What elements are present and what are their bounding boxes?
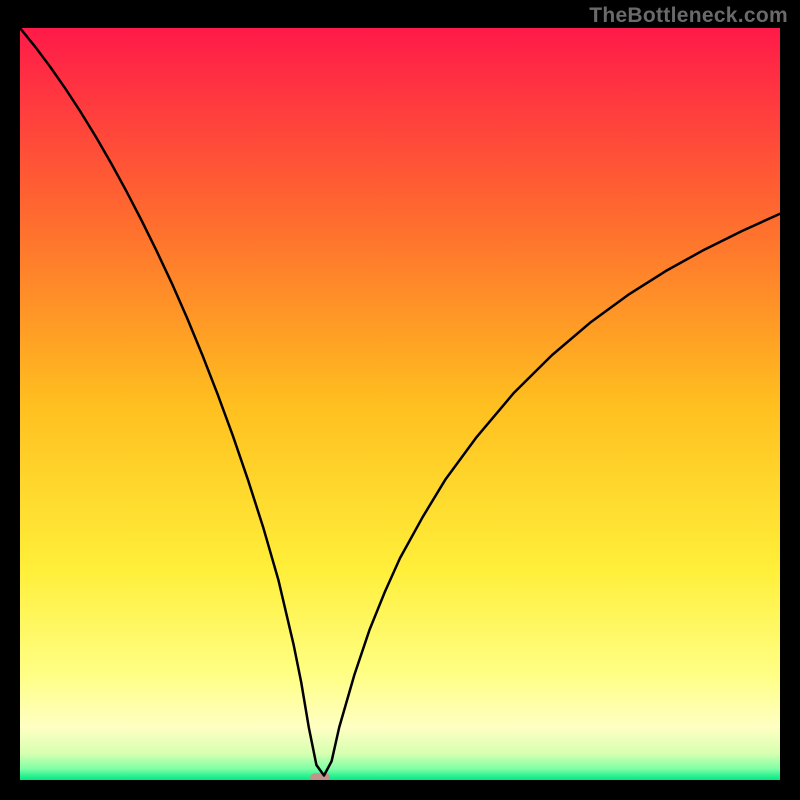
plot-area bbox=[20, 28, 780, 780]
chart-svg bbox=[20, 28, 780, 780]
chart-background bbox=[20, 28, 780, 780]
watermark-text: TheBottleneck.com bbox=[589, 4, 788, 28]
chart-container: TheBottleneck.com bbox=[0, 0, 800, 800]
markers-group bbox=[310, 773, 330, 780]
target-pill bbox=[310, 773, 330, 780]
